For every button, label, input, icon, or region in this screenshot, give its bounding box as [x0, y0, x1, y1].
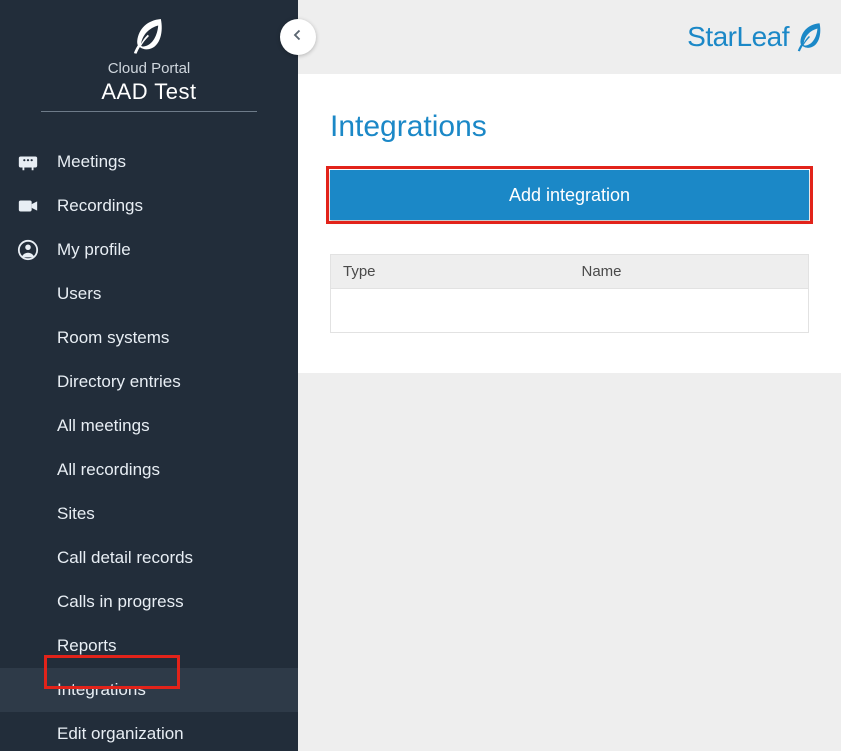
col-name: Name: [570, 255, 809, 289]
sidebar-item-label: Users: [57, 284, 101, 304]
sidebar: Cloud Portal AAD Test Meetings Recording…: [0, 0, 298, 751]
sidebar-item-integrations[interactable]: Integrations: [0, 668, 298, 712]
org-name: AAD Test: [41, 79, 257, 105]
table-row-empty: [331, 289, 809, 333]
camcorder-icon: [15, 195, 41, 217]
brand-leaf-icon: [793, 20, 827, 54]
sidebar-item-label: Calls in progress: [57, 592, 184, 612]
brand: StarLeaf: [687, 20, 827, 54]
sidebar-item-label: All meetings: [57, 416, 150, 436]
sidebar-item-all-recordings[interactable]: All recordings: [0, 448, 298, 492]
sidebar-item-calls-in-progress[interactable]: Calls in progress: [0, 580, 298, 624]
sidebar-item-all-meetings[interactable]: All meetings: [0, 404, 298, 448]
video-projector-icon: [15, 151, 41, 173]
page-title: Integrations: [330, 110, 809, 144]
sidebar-item-label: Integrations: [57, 680, 146, 700]
sidebar-nav: Meetings Recordings My profile Users Roo…: [0, 140, 298, 751]
sidebar-item-my-profile[interactable]: My profile: [0, 228, 298, 272]
sidebar-item-label: All recordings: [57, 460, 160, 480]
sidebar-item-users[interactable]: Users: [0, 272, 298, 316]
profile-circle-icon: [15, 239, 41, 261]
sidebar-item-call-detail-records[interactable]: Call detail records: [0, 536, 298, 580]
sidebar-item-room-systems[interactable]: Room systems: [0, 316, 298, 360]
add-integration-wrap: Add integration: [330, 170, 809, 220]
sidebar-item-label: Room systems: [57, 328, 169, 348]
collapse-sidebar-button[interactable]: [280, 19, 316, 55]
chevron-left-icon: [289, 26, 307, 49]
sidebar-item-edit-organization[interactable]: Edit organization: [0, 712, 298, 751]
sidebar-item-label: Directory entries: [57, 372, 181, 392]
sidebar-item-label: Edit organization: [57, 724, 184, 744]
sidebar-item-label: Reports: [57, 636, 117, 656]
add-integration-button[interactable]: Add integration: [330, 170, 809, 220]
sidebar-header: Cloud Portal AAD Test: [0, 0, 298, 112]
brand-name: StarLeaf: [687, 21, 789, 53]
main: StarLeaf Integrations Add integration Ty…: [298, 0, 841, 751]
sidebar-item-label: My profile: [57, 240, 131, 260]
col-type: Type: [331, 255, 570, 289]
leaf-logo-icon: [128, 14, 170, 58]
sidebar-item-label: Recordings: [57, 196, 143, 216]
sidebar-item-meetings[interactable]: Meetings: [0, 140, 298, 184]
integrations-table: Type Name: [330, 254, 809, 333]
sidebar-item-label: Sites: [57, 504, 95, 524]
sidebar-item-reports[interactable]: Reports: [0, 624, 298, 668]
sidebar-item-sites[interactable]: Sites: [0, 492, 298, 536]
sidebar-item-directory-entries[interactable]: Directory entries: [0, 360, 298, 404]
org-name-wrap: AAD Test: [41, 79, 257, 112]
portal-label: Cloud Portal: [0, 60, 298, 77]
topbar: StarLeaf: [298, 0, 841, 74]
content: Integrations Add integration Type Name: [298, 74, 841, 373]
sidebar-item-label: Call detail records: [57, 548, 193, 568]
sidebar-item-label: Meetings: [57, 152, 126, 172]
sidebar-item-recordings[interactable]: Recordings: [0, 184, 298, 228]
